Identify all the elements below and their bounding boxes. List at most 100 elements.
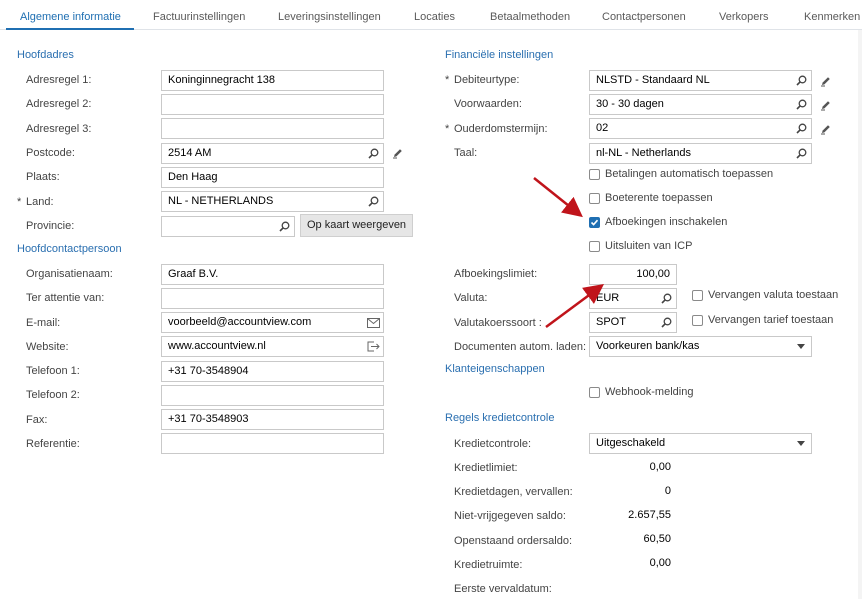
adresregel2-input[interactable] [161, 94, 384, 115]
webhook-melding-checkbox[interactable]: Webhook-melding [589, 385, 693, 399]
vervangen-tarief-checkbox[interactable]: Vervangen tarief toestaan [692, 313, 833, 327]
tab-kenmerken[interactable]: Kenmerken [804, 0, 860, 30]
required-marker: * [445, 123, 450, 135]
checkbox-label: Vervangen valuta toestaan [708, 289, 839, 301]
search-icon[interactable] [363, 144, 383, 163]
kredietcontrole-label: Kredietcontrole: [454, 438, 532, 450]
checkbox-label: Uitsluiten van ICP [605, 240, 693, 252]
search-icon[interactable] [363, 192, 383, 211]
voorwaarden-label: Voorwaarden: [454, 98, 522, 110]
ter-attentie-label: Ter attentie van: [26, 292, 105, 304]
postcode-label: Postcode: [26, 147, 75, 159]
checkbox-box[interactable] [692, 314, 703, 326]
search-icon[interactable] [791, 71, 811, 90]
tab-locaties[interactable]: Locaties [414, 0, 455, 30]
taal-label: Taal: [454, 147, 478, 159]
search-icon[interactable] [791, 144, 811, 163]
section-financiele-instellingen: Financiële instellingen [445, 49, 554, 61]
debiteurtype-label: Debiteurtype: [454, 74, 520, 86]
afboekingen-inschakelen-checkbox[interactable]: Afboekingen inschakelen [589, 215, 727, 229]
niet-vrijgegeven-label: Niet-vrijgegeven saldo: [454, 510, 566, 522]
kredietdagen-label: Kredietdagen, vervallen: [454, 486, 573, 498]
section-klanteigenschappen: Klanteigenschappen [445, 363, 545, 375]
search-icon[interactable] [791, 95, 811, 114]
kredietruimte-value: 0,00 [649, 557, 671, 569]
chevron-down-icon[interactable] [797, 344, 805, 349]
website-input[interactable]: www.accountview.nl [161, 336, 384, 357]
valutakoerssoort-input[interactable]: SPOT [589, 312, 677, 333]
plaats-input[interactable]: Den Haag [161, 167, 384, 188]
edit-pencil-icon[interactable] [819, 98, 833, 112]
plaats-label: Plaats: [26, 171, 60, 183]
checkbox-label: Afboekingen inschakelen [605, 216, 728, 228]
afboekingslimiet-input[interactable]: 100,00 [589, 264, 677, 285]
voorwaarden-input[interactable]: 30 - 30 dagen [589, 94, 812, 115]
telefoon2-label: Telefoon 2: [26, 389, 80, 401]
tab-factuurinstellingen[interactable]: Factuurinstellingen [153, 0, 245, 30]
checkbox-box-checked[interactable] [589, 216, 600, 228]
checkbox-label: Vervangen tarief toestaan [708, 314, 834, 326]
vervangen-valuta-checkbox[interactable]: Vervangen valuta toestaan [692, 288, 838, 302]
checkbox-box[interactable] [589, 168, 600, 180]
chevron-down-icon[interactable] [797, 441, 805, 446]
tab-bar: Algemene informatie Factuurinstellingen … [0, 0, 862, 30]
mail-icon[interactable] [363, 313, 383, 332]
kredietlimiet-value: 0,00 [649, 461, 671, 473]
search-icon[interactable] [656, 313, 676, 332]
kredietlimiet-label: Kredietlimiet: [454, 462, 518, 474]
checkbox-label: Webhook-melding [605, 386, 694, 398]
ter-attentie-input[interactable] [161, 288, 384, 309]
betalingen-automatisch-checkbox[interactable]: Betalingen automatisch toepassen [589, 167, 773, 181]
valuta-input[interactable]: EUR [589, 288, 677, 309]
adresregel1-input[interactable]: Koninginnegracht 138 [161, 70, 384, 91]
checkbox-label: Boeterente toepassen [605, 192, 713, 204]
postcode-input[interactable]: 2514 AM [161, 143, 384, 164]
eerste-vervaldatum-label: Eerste vervaldatum: [454, 583, 552, 595]
documenten-label: Documenten autom. laden: [454, 341, 587, 353]
organisatienaam-input[interactable]: Graaf B.V. [161, 264, 384, 285]
kredietcontrole-select[interactable]: Uitgeschakeld [589, 433, 812, 454]
tab-algemene-informatie[interactable]: Algemene informatie [20, 0, 121, 30]
uitsluiten-icp-checkbox[interactable]: Uitsluiten van ICP [589, 239, 692, 253]
boeterente-checkbox[interactable]: Boeterente toepassen [589, 191, 713, 205]
checkbox-box[interactable] [692, 289, 703, 301]
valutakoerssoort-label: Valutakoerssoort : [454, 317, 542, 329]
section-hoofdadres: Hoofdadres [17, 49, 74, 61]
fax-input[interactable]: +31 70-3548903 [161, 409, 384, 430]
tab-leveringsinstellingen[interactable]: Leveringsinstellingen [278, 0, 381, 30]
tab-betaalmethoden[interactable]: Betaalmethoden [490, 0, 570, 30]
provincie-label: Provincie: [26, 220, 75, 232]
vertical-scrollbar[interactable] [858, 30, 862, 599]
land-input[interactable]: NL - NETHERLANDS [161, 191, 384, 212]
email-input[interactable]: voorbeeld@accountview.com [161, 312, 384, 333]
open-link-icon[interactable] [363, 337, 383, 356]
adresregel3-input[interactable] [161, 118, 384, 139]
openstaand-value: 60,50 [643, 533, 671, 545]
checkbox-box[interactable] [589, 240, 600, 252]
telefoon1-input[interactable]: +31 70-3548904 [161, 361, 384, 382]
tab-contactpersonen[interactable]: Contactpersonen [602, 0, 686, 30]
edit-pencil-icon[interactable] [819, 74, 833, 88]
documenten-select[interactable]: Voorkeuren bank/kas [589, 336, 812, 357]
kredietruimte-label: Kredietruimte: [454, 559, 523, 571]
search-icon[interactable] [656, 289, 676, 308]
ouderdomstermijn-input[interactable]: 02 [589, 118, 812, 139]
tab-verkopers[interactable]: Verkopers [719, 0, 769, 30]
telefoon2-input[interactable] [161, 385, 384, 406]
provincie-input[interactable] [161, 216, 295, 237]
edit-pencil-icon[interactable] [391, 146, 405, 160]
referentie-input[interactable] [161, 433, 384, 454]
checkbox-box[interactable] [589, 386, 600, 398]
checkbox-box[interactable] [589, 192, 600, 204]
telefoon1-label: Telefoon 1: [26, 365, 80, 377]
adresregel3-label: Adresregel 3: [26, 123, 92, 135]
edit-pencil-icon[interactable] [819, 122, 833, 136]
search-icon[interactable] [274, 217, 294, 236]
taal-input[interactable]: nl-NL - Netherlands [589, 143, 812, 164]
debiteurtype-input[interactable]: NLSTD - Standaard NL [589, 70, 812, 91]
search-icon[interactable] [791, 119, 811, 138]
fax-label: Fax: [26, 414, 48, 426]
afboekingslimiet-label: Afboekingslimiet: [454, 268, 538, 280]
section-regels-kredietcontrole: Regels kredietcontrole [445, 412, 555, 424]
op-kaart-weergeven-button[interactable]: Op kaart weergeven [300, 214, 413, 237]
